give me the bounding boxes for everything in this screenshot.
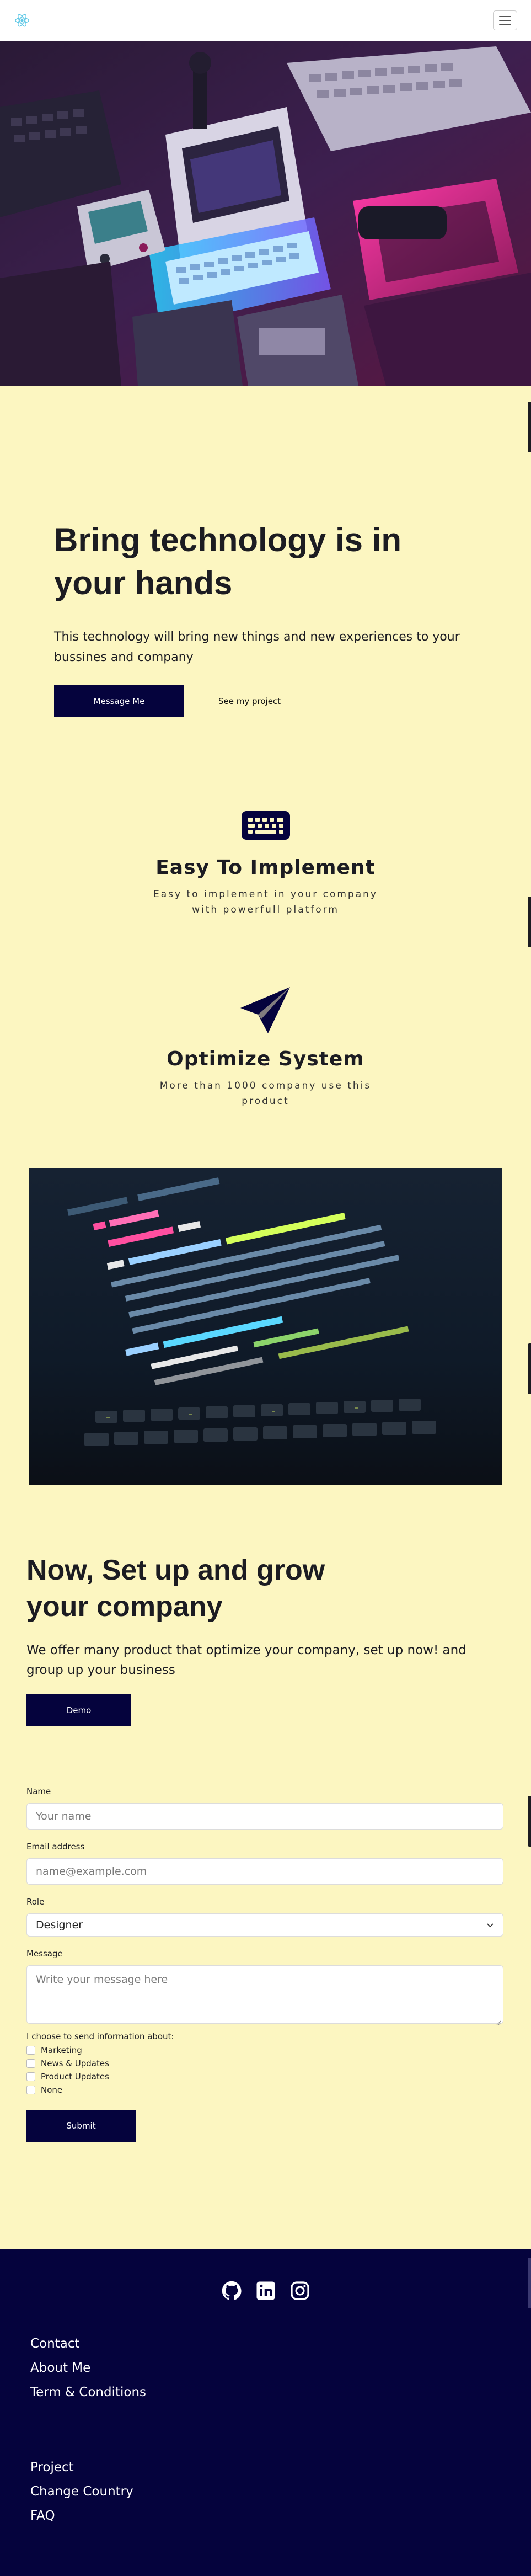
- setup-title: Now, Set up and grow your company: [26, 1554, 325, 1623]
- footer-links-primary: Contact About Me Term & Conditions: [30, 2332, 146, 2404]
- intro-subtext: This technology will bring new things an…: [54, 630, 460, 664]
- checkbox-label: Marketing: [41, 2045, 82, 2055]
- code-laptop-image: [29, 1168, 502, 1485]
- scroll-marker: [528, 402, 531, 452]
- scroll-marker: [528, 2258, 531, 2308]
- intro-headline: Bring technology is in your hands: [54, 521, 402, 601]
- hero-image: [0, 41, 531, 386]
- footer-link-about-me[interactable]: About Me: [30, 2356, 146, 2380]
- instagram-icon[interactable]: [289, 2280, 311, 2302]
- submit-button[interactable]: Submit: [26, 2110, 136, 2142]
- message-placeholder: Write your message here: [36, 1974, 168, 1986]
- resize-grip-icon[interactable]: [496, 2016, 501, 2025]
- feature-description: Easy to implement in your company with p…: [153, 889, 378, 915]
- checkbox-heading: I choose to send information about:: [26, 2031, 174, 2041]
- feature-description: More than 1000 company use this product: [159, 1080, 372, 1107]
- name-placeholder: Your name: [36, 1810, 92, 1822]
- checkbox-box[interactable]: [26, 2086, 35, 2094]
- setup-section: Now, Set up and grow your company We off…: [26, 1552, 506, 1726]
- page: Bring technology is in your hands This t…: [0, 0, 531, 2576]
- checkbox-label: Product Updates: [41, 2072, 109, 2082]
- keyboard-icon: [0, 811, 531, 840]
- atom-logo-icon[interactable]: [14, 12, 30, 29]
- checkbox-box[interactable]: [26, 2059, 35, 2068]
- footer-link-project[interactable]: Project: [30, 2455, 133, 2479]
- checkbox-box[interactable]: [26, 2072, 35, 2081]
- checkbox-label: None: [41, 2085, 63, 2095]
- intro-actions: Message Me See my project: [54, 685, 479, 717]
- checkbox-label: News & Updates: [41, 2058, 109, 2068]
- scroll-marker: [528, 1796, 531, 1847]
- message-me-button[interactable]: Message Me: [54, 685, 184, 717]
- contact-form: Name Your name Email address name@exampl…: [26, 1786, 503, 2142]
- footer-link-change-country[interactable]: Change Country: [30, 2479, 133, 2504]
- see-my-project-link[interactable]: See my project: [218, 696, 281, 706]
- checkbox-product-updates[interactable]: Product Updates: [26, 2070, 503, 2083]
- scroll-marker: [528, 897, 531, 947]
- message-textarea[interactable]: Write your message here: [26, 1965, 503, 2025]
- footer-link-faq[interactable]: FAQ: [30, 2504, 133, 2528]
- checkbox-box[interactable]: [26, 2046, 35, 2055]
- feature-optimize-system: Optimize System More than 1000 company u…: [0, 985, 531, 1109]
- scroll-marker: [528, 1343, 531, 1394]
- message-label: Message: [26, 1949, 63, 1959]
- navbar: [0, 0, 531, 41]
- feature-easy-implement: Easy To Implement Easy to implement in y…: [0, 811, 531, 918]
- footer-link-contact[interactable]: Contact: [30, 2332, 146, 2356]
- role-select[interactable]: Designer: [26, 1913, 503, 1937]
- feature-title: Optimize System: [167, 1048, 364, 1070]
- feature-title: Easy To Implement: [155, 856, 376, 879]
- checkbox-marketing[interactable]: Marketing: [26, 2044, 503, 2057]
- checkbox-none[interactable]: None: [26, 2083, 503, 2097]
- checkbox-news-updates[interactable]: News & Updates: [26, 2057, 503, 2070]
- footer: Contact About Me Term & Conditions Proje…: [0, 2249, 531, 2576]
- hamburger-menu-icon[interactable]: [493, 10, 517, 30]
- setup-text: We offer many product that optimize your…: [26, 1643, 466, 1677]
- demo-button[interactable]: Demo: [26, 1694, 131, 1726]
- name-input[interactable]: Your name: [26, 1803, 503, 1830]
- email-label: Email address: [26, 1842, 85, 1852]
- email-placeholder: name@example.com: [36, 1865, 147, 1878]
- chevron-down-icon: [486, 1919, 494, 1931]
- role-value: Designer: [36, 1919, 83, 1931]
- github-icon[interactable]: [221, 2280, 243, 2302]
- paper-plane-icon: [0, 985, 531, 1036]
- role-label: Role: [26, 1897, 45, 1907]
- name-label: Name: [26, 1786, 51, 1796]
- footer-link-terms[interactable]: Term & Conditions: [30, 2380, 146, 2404]
- footer-links-secondary: Project Change Country FAQ: [30, 2455, 133, 2528]
- intro-section: Bring technology is in your hands This t…: [54, 519, 479, 717]
- social-links: [0, 2280, 531, 2302]
- linkedin-icon[interactable]: [255, 2280, 277, 2302]
- email-input[interactable]: name@example.com: [26, 1858, 503, 1885]
